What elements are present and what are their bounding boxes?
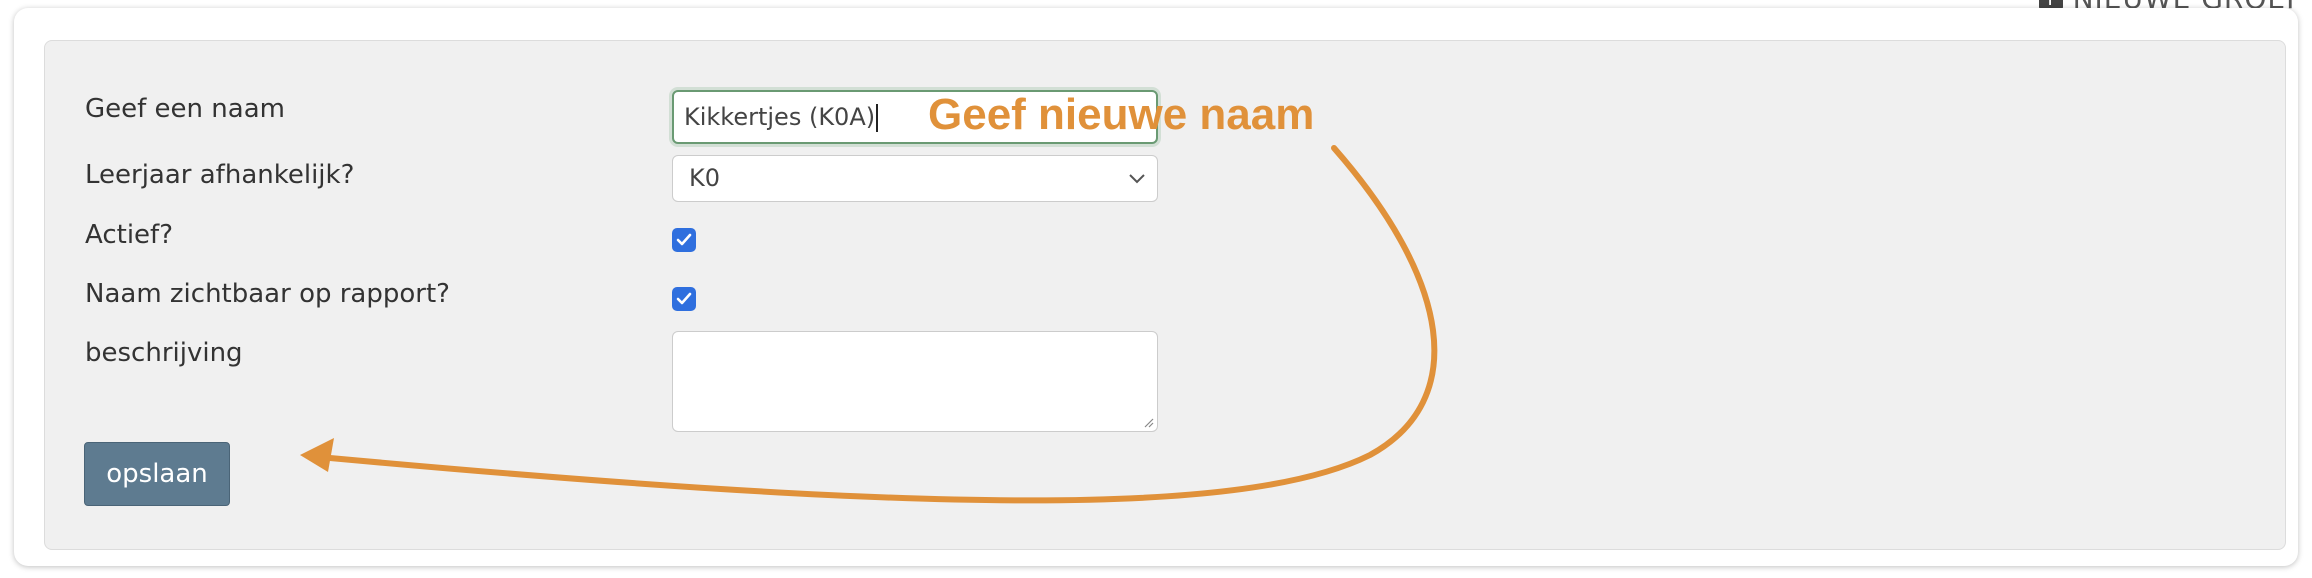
arrowhead-icon: [300, 438, 334, 472]
annotation-arrow: [300, 145, 1438, 504]
